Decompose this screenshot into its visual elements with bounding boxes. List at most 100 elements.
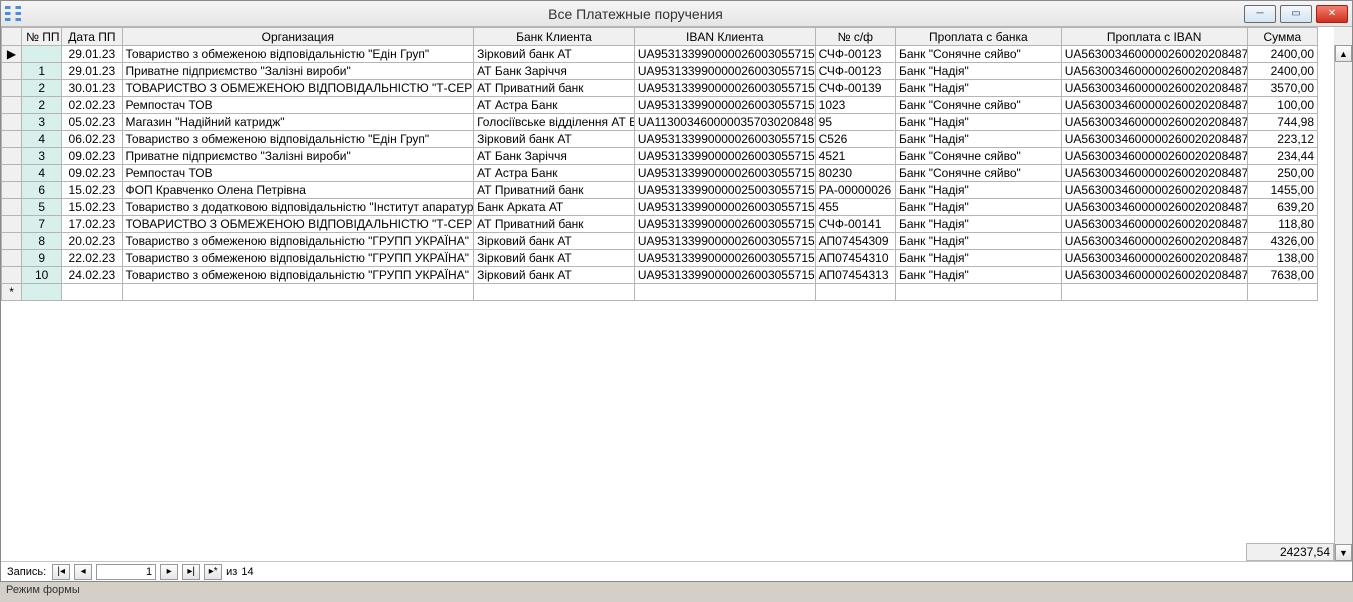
nav-next-button[interactable]: ▸ <box>160 564 178 580</box>
cell-bank2[interactable]: Банк "Надія" <box>896 182 1062 199</box>
cell-empty[interactable] <box>62 284 122 301</box>
cell-iban2[interactable]: UA563003460000026002020848701 <box>1061 114 1247 131</box>
cell-clientbank[interactable]: АТ Приватний банк <box>474 216 635 233</box>
cell-sum[interactable]: 639,20 <box>1247 199 1317 216</box>
table-row[interactable]: 230.01.23ТОВАРИСТВО З ОБМЕЖЕНОЮ ВІДПОВІД… <box>2 80 1318 97</box>
cell-org[interactable]: ТОВАРИСТВО З ОБМЕЖЕНОЮ ВІДПОВІДАЛЬНІСТЮ … <box>122 216 474 233</box>
cell-iban2[interactable]: UA563003460000026002020848701 <box>1061 216 1247 233</box>
cell-clientbank[interactable]: Банк Арката АТ <box>474 199 635 216</box>
cell-date[interactable]: 30.01.23 <box>62 80 122 97</box>
cell-num[interactable]: 5 <box>22 199 62 216</box>
table-row[interactable]: 820.02.23Товариство з обмеженою відповід… <box>2 233 1318 250</box>
cell-empty[interactable] <box>896 284 1062 301</box>
table-row[interactable]: 615.02.23ФОП Кравченко Олена ПетрівнаАТ … <box>2 182 1318 199</box>
cell-sum[interactable]: 2400,00 <box>1247 63 1317 80</box>
cell-org[interactable]: Приватне підприємство "Залізні вироби" <box>122 148 474 165</box>
cell-clientbank[interactable]: АТ Астра Банк <box>474 97 635 114</box>
cell-bank2[interactable]: Банк "Надія" <box>896 114 1062 131</box>
row-selector[interactable] <box>2 97 22 114</box>
cell-sf[interactable]: 80230 <box>815 165 895 182</box>
table-row[interactable]: 922.02.23Товариство з обмеженою відповід… <box>2 250 1318 267</box>
cell-org[interactable]: ФОП Кравченко Олена Петрівна <box>122 182 474 199</box>
col-header-num[interactable]: № ПП <box>22 28 62 46</box>
cell-clientbank[interactable]: Зірковий банк АТ <box>474 46 635 63</box>
cell-sf[interactable]: 1023 <box>815 97 895 114</box>
cell-org[interactable]: Товариство з обмеженою відповідальністю … <box>122 46 474 63</box>
scroll-down-icon[interactable]: ▼ <box>1335 544 1352 561</box>
row-selector[interactable] <box>2 63 22 80</box>
cell-org[interactable]: Товариство з обмеженою відповідальністю … <box>122 267 474 284</box>
cell-iban[interactable]: UA953133990000026003055715012 <box>634 216 815 233</box>
col-header-sum[interactable]: Сумма <box>1247 28 1317 46</box>
cell-iban[interactable]: UA953133990000026003055715015 <box>634 131 815 148</box>
cell-iban[interactable]: UA953133990000026003055715017 <box>634 148 815 165</box>
close-button[interactable]: ✕ <box>1316 5 1348 23</box>
row-selector[interactable] <box>2 250 22 267</box>
cell-num[interactable]: 1 <box>22 63 62 80</box>
nav-new-button[interactable]: ▸* <box>204 564 222 580</box>
cell-bank2[interactable]: Банк "Надія" <box>896 216 1062 233</box>
cell-num[interactable]: 2 <box>22 80 62 97</box>
cell-date[interactable]: 29.01.23 <box>62 63 122 80</box>
cell-date[interactable]: 22.02.23 <box>62 250 122 267</box>
cell-iban[interactable]: UA113003460000035703020848700 <box>634 114 815 131</box>
table-row[interactable]: 202.02.23Ремпостач ТОВАТ Астра БанкUA953… <box>2 97 1318 114</box>
cell-clientbank[interactable]: АТ Банк Заріччя <box>474 148 635 165</box>
cell-org[interactable]: ТОВАРИСТВО З ОБМЕЖЕНОЮ ВІДПОВІДАЛЬНІСТЮ … <box>122 80 474 97</box>
row-selector[interactable]: ▶ <box>2 46 22 63</box>
table-row[interactable]: 129.01.23Приватне підприємство "Залізні … <box>2 63 1318 80</box>
nav-prev-button[interactable]: ◂ <box>74 564 92 580</box>
cell-date[interactable]: 29.01.23 <box>62 46 122 63</box>
cell-num[interactable]: 7 <box>22 216 62 233</box>
cell-sf[interactable]: СЧФ-00123 <box>815 46 895 63</box>
maximize-button[interactable]: ▭ <box>1280 5 1312 23</box>
cell-sum[interactable]: 1455,00 <box>1247 182 1317 199</box>
cell-org[interactable]: Приватне підприємство "Залізні вироби" <box>122 63 474 80</box>
cell-date[interactable]: 24.02.23 <box>62 267 122 284</box>
cell-clientbank[interactable]: Зірковий банк АТ <box>474 233 635 250</box>
cell-iban2[interactable]: UA563003460000026002020848701 <box>1061 233 1247 250</box>
cell-org[interactable]: Товариство з обмеженою відповідальністю … <box>122 233 474 250</box>
cell-clientbank[interactable]: АТ Банк Заріччя <box>474 63 635 80</box>
scroll-up-icon[interactable]: ▲ <box>1335 45 1352 62</box>
row-selector[interactable] <box>2 182 22 199</box>
cell-sf[interactable]: 455 <box>815 199 895 216</box>
cell-num[interactable]: 3 <box>22 114 62 131</box>
cell-sum[interactable]: 223,12 <box>1247 131 1317 148</box>
cell-iban2[interactable]: UA563003460000026002020848733 <box>1061 97 1247 114</box>
data-grid[interactable]: № ПП Дата ПП Организация Банк Клиента IB… <box>1 27 1318 301</box>
cell-iban[interactable]: UA953133990000026003055715017 <box>634 63 815 80</box>
nav-first-button[interactable]: |◂ <box>52 564 70 580</box>
cell-empty[interactable] <box>122 284 474 301</box>
cell-num[interactable]: 9 <box>22 250 62 267</box>
cell-sf[interactable]: СЧФ-00139 <box>815 80 895 97</box>
col-header-org[interactable]: Организация <box>122 28 474 46</box>
cell-bank2[interactable]: Банк "Надія" <box>896 80 1062 97</box>
cell-sf[interactable]: РА-00000026 <box>815 182 895 199</box>
cell-iban2[interactable]: UA563003460000026002020848701 <box>1061 267 1247 284</box>
cell-date[interactable]: 05.02.23 <box>62 114 122 131</box>
cell-sf[interactable]: 4521 <box>815 148 895 165</box>
cell-sf[interactable]: 95 <box>815 114 895 131</box>
cell-num[interactable]: 2 <box>22 97 62 114</box>
cell-org[interactable]: Товариство з додатковою відповідальністю… <box>122 199 474 216</box>
cell-date[interactable]: 06.02.23 <box>62 131 122 148</box>
cell-bank2[interactable]: Банк "Сонячне сяйво" <box>896 46 1062 63</box>
cell-bank2[interactable]: Банк "Сонячне сяйво" <box>896 165 1062 182</box>
cell-num[interactable]: 6 <box>22 182 62 199</box>
cell-iban[interactable]: UA953133990000026003055715019 <box>634 233 815 250</box>
cell-sf[interactable]: АП07454309 <box>815 233 895 250</box>
cell-empty[interactable] <box>474 284 635 301</box>
cell-iban2[interactable]: UA563003460000026002020848733 <box>1061 148 1247 165</box>
cell-iban2[interactable]: UA563003460000026002020848733 <box>1061 165 1247 182</box>
cell-date[interactable]: 17.02.23 <box>62 216 122 233</box>
cell-iban[interactable]: UA953133990000026003055715000 <box>634 97 815 114</box>
cell-iban2[interactable]: UA563003460000026002020848701 <box>1061 63 1247 80</box>
cell-date[interactable]: 15.02.23 <box>62 199 122 216</box>
cell-sf[interactable]: СЧФ-00141 <box>815 216 895 233</box>
cell-sum[interactable]: 2400,00 <box>1247 46 1317 63</box>
cell-empty[interactable] <box>1247 284 1317 301</box>
cell-sum[interactable]: 100,00 <box>1247 97 1317 114</box>
row-selector[interactable] <box>2 199 22 216</box>
cell-sum[interactable]: 744,98 <box>1247 114 1317 131</box>
